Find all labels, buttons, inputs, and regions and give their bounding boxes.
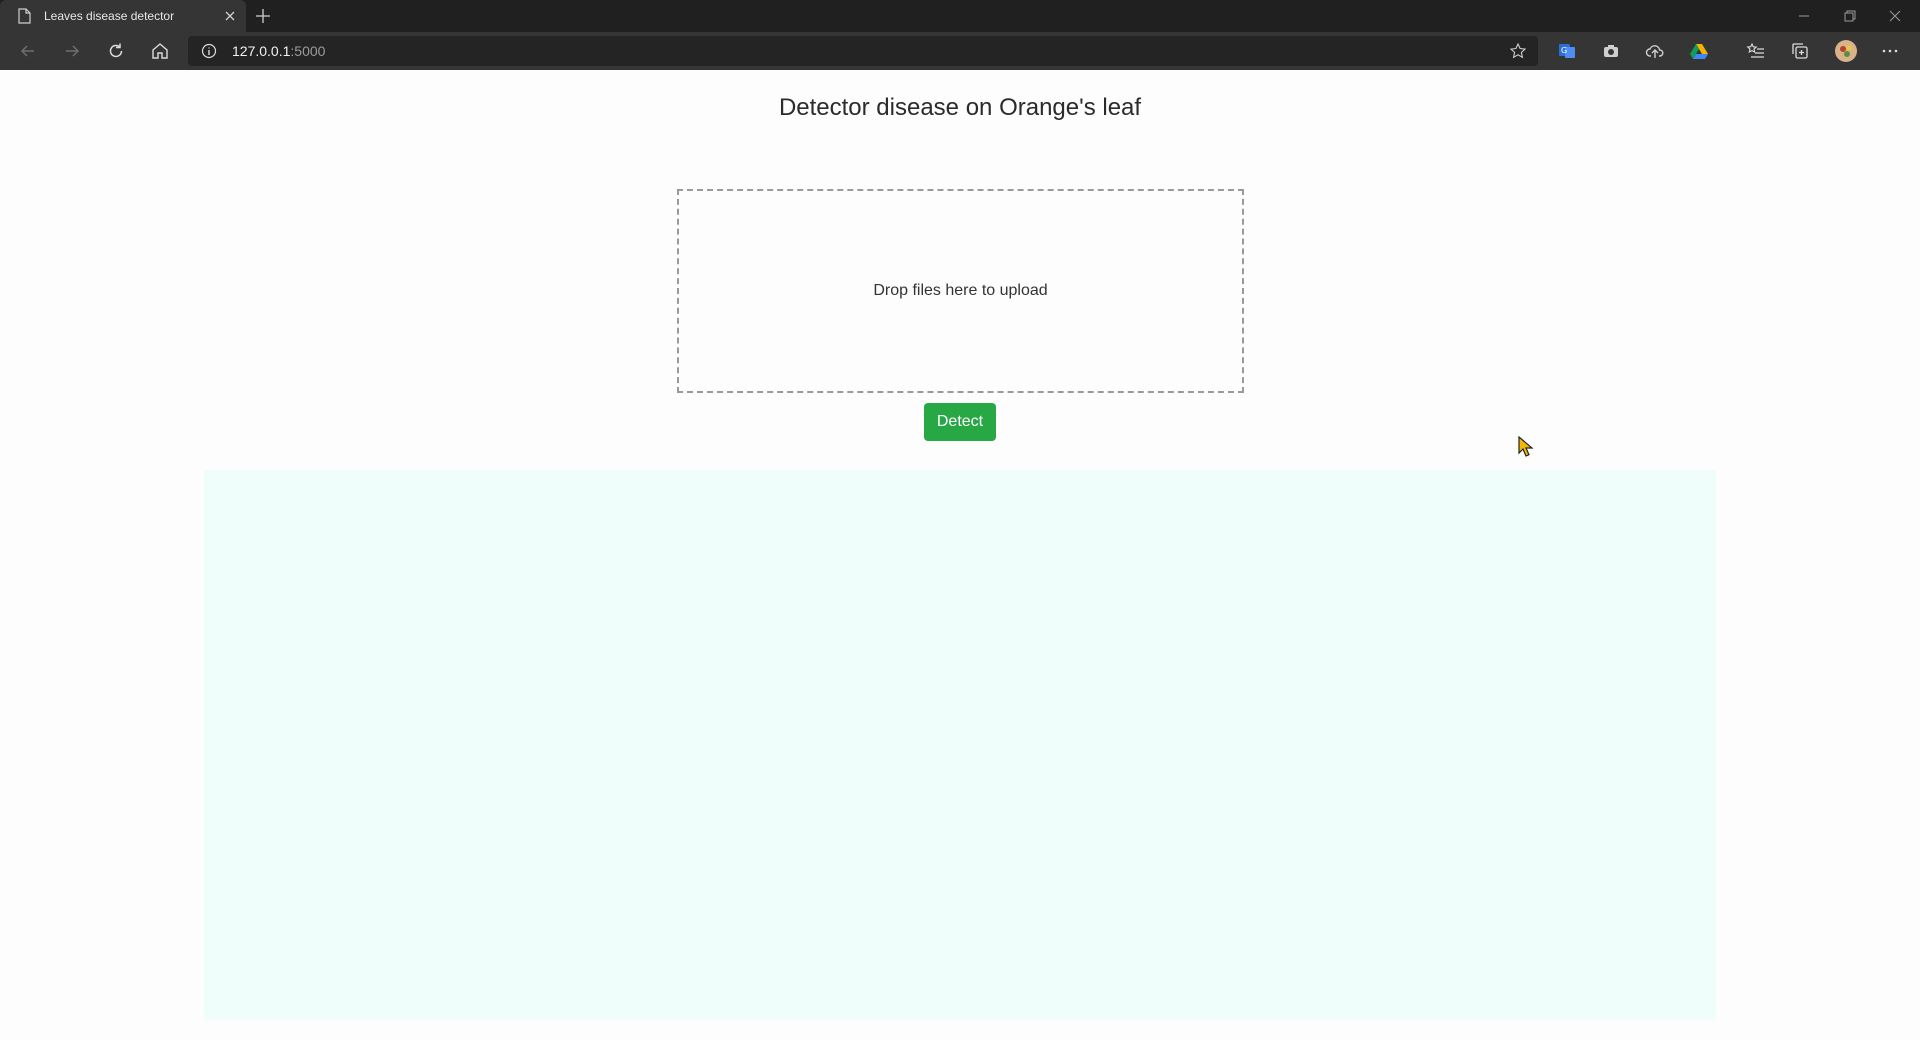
new-tab-icon[interactable] [254,7,272,25]
restore-icon[interactable] [1840,6,1860,26]
minimize-icon[interactable] [1794,6,1814,26]
refresh-icon[interactable] [106,41,126,61]
info-icon[interactable] [201,43,217,59]
file-dropzone[interactable]: Drop files here to upload [677,189,1244,393]
forward-arrow-icon[interactable] [62,41,82,61]
favorites-list-icon[interactable] [1746,41,1766,61]
result-area [204,470,1716,1020]
collections-icon[interactable] [1790,41,1810,61]
detect-button[interactable]: Detect [924,403,996,441]
cloud-upload-icon[interactable] [1645,41,1665,61]
camera-icon[interactable] [1601,41,1621,61]
page-title: Detector disease on Orange's leaf [778,94,1142,121]
url-host: 127.0.0.1 [232,43,291,59]
translate-extension-icon[interactable]: G [1557,41,1577,61]
browser-tab[interactable]: Leaves disease detector [0,0,246,32]
page-content: Detector disease on Orange's leaf Drop f… [0,70,1920,1040]
page-icon [18,8,31,24]
more-options-icon[interactable] [1880,41,1900,61]
close-tab-icon[interactable] [222,8,238,24]
google-drive-icon[interactable] [1689,41,1709,61]
favorite-star-icon[interactable] [1509,42,1527,60]
home-icon[interactable] [150,41,170,61]
tab-title: Leaves disease detector [44,9,175,23]
url-text[interactable]: 127.0.0.1:5000 [232,43,325,59]
browser-titlebar: Leaves disease detector [0,0,1920,32]
profile-avatar-icon[interactable] [1834,39,1858,63]
dropzone-label: Drop files here to upload [873,282,1048,299]
back-arrow-icon[interactable] [18,41,38,61]
svg-text:G: G [1561,46,1567,55]
close-window-icon[interactable] [1885,6,1905,26]
browser-toolbar: 127.0.0.1:5000 G [0,32,1920,70]
url-port: :5000 [290,43,326,59]
mouse-cursor-icon [1518,436,1534,457]
address-bar[interactable]: 127.0.0.1:5000 [188,36,1538,66]
